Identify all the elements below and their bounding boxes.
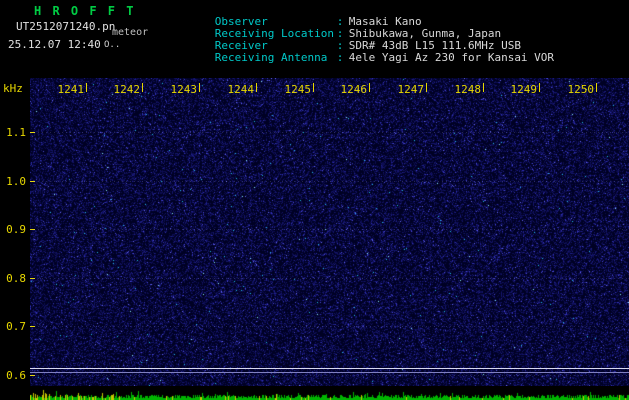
x-axis-tick [369, 83, 370, 92]
y-axis-label: 0.9 [2, 224, 26, 235]
x-axis-tick [199, 83, 200, 92]
x-axis-label: 1241 [56, 84, 84, 95]
x-axis-label: 1243 [169, 84, 197, 95]
y-axis-label: 1.0 [2, 176, 26, 187]
x-axis-tick [86, 83, 87, 92]
y-axis-label: 1.1 [2, 127, 26, 138]
datetime: 25.12.07 12:40 [8, 38, 101, 51]
x-axis-label: 1245 [283, 84, 311, 95]
x-axis-tick [596, 83, 597, 92]
x-axis-tick [426, 83, 427, 92]
hrofft-window: H R O F F T UT2512071240.pn meteor 25.12… [0, 0, 629, 400]
y-axis-label: 0.8 [2, 273, 26, 284]
header-info: Observer: Masaki Kano Receiving Location:… [175, 4, 554, 52]
x-axis-tick [142, 83, 143, 92]
x-axis-label: 1250 [566, 84, 594, 95]
x-axis-tick [539, 83, 540, 92]
filename: UT2512071240.pn [16, 20, 115, 33]
header-row: Observer: Masaki Kano [175, 4, 554, 16]
gridline [30, 132, 629, 133]
gridline [30, 278, 629, 279]
carrier-line-bright [30, 368, 629, 369]
x-axis-label: 1246 [339, 84, 367, 95]
field-value: 4ele Yagi Az 230 for Kansai VOR [349, 51, 554, 64]
gridline [30, 229, 629, 230]
y-axis-label: 0.7 [2, 321, 26, 332]
x-axis-label: 1247 [396, 84, 424, 95]
gridline [30, 375, 629, 376]
carrier-line-dim [30, 372, 629, 373]
station-name: meteor [112, 27, 148, 38]
app-title: H R O F F T [34, 4, 135, 18]
field-label: Receiving Antenna [215, 52, 337, 64]
x-axis-label: 1242 [112, 84, 140, 95]
spectrogram-canvas [30, 78, 629, 386]
signal-level-strip [30, 386, 629, 400]
x-axis-tick [483, 83, 484, 92]
y-axis-label: 0.6 [2, 370, 26, 381]
x-axis-tick [313, 83, 314, 92]
status-indicator: O.. [104, 40, 120, 50]
gridline [30, 326, 629, 327]
x-axis-label: 1249 [509, 84, 537, 95]
spectrogram-plot: 1241 1242 1243 1244 1245 1246 1247 1248 1249 1250 [30, 78, 629, 386]
x-axis-label: 1248 [453, 84, 481, 95]
y-axis-unit-label: kHz [3, 82, 23, 95]
gridline [30, 181, 629, 182]
field-separator: : [337, 52, 349, 64]
x-axis-label: 1244 [226, 84, 254, 95]
x-axis-tick [256, 83, 257, 92]
